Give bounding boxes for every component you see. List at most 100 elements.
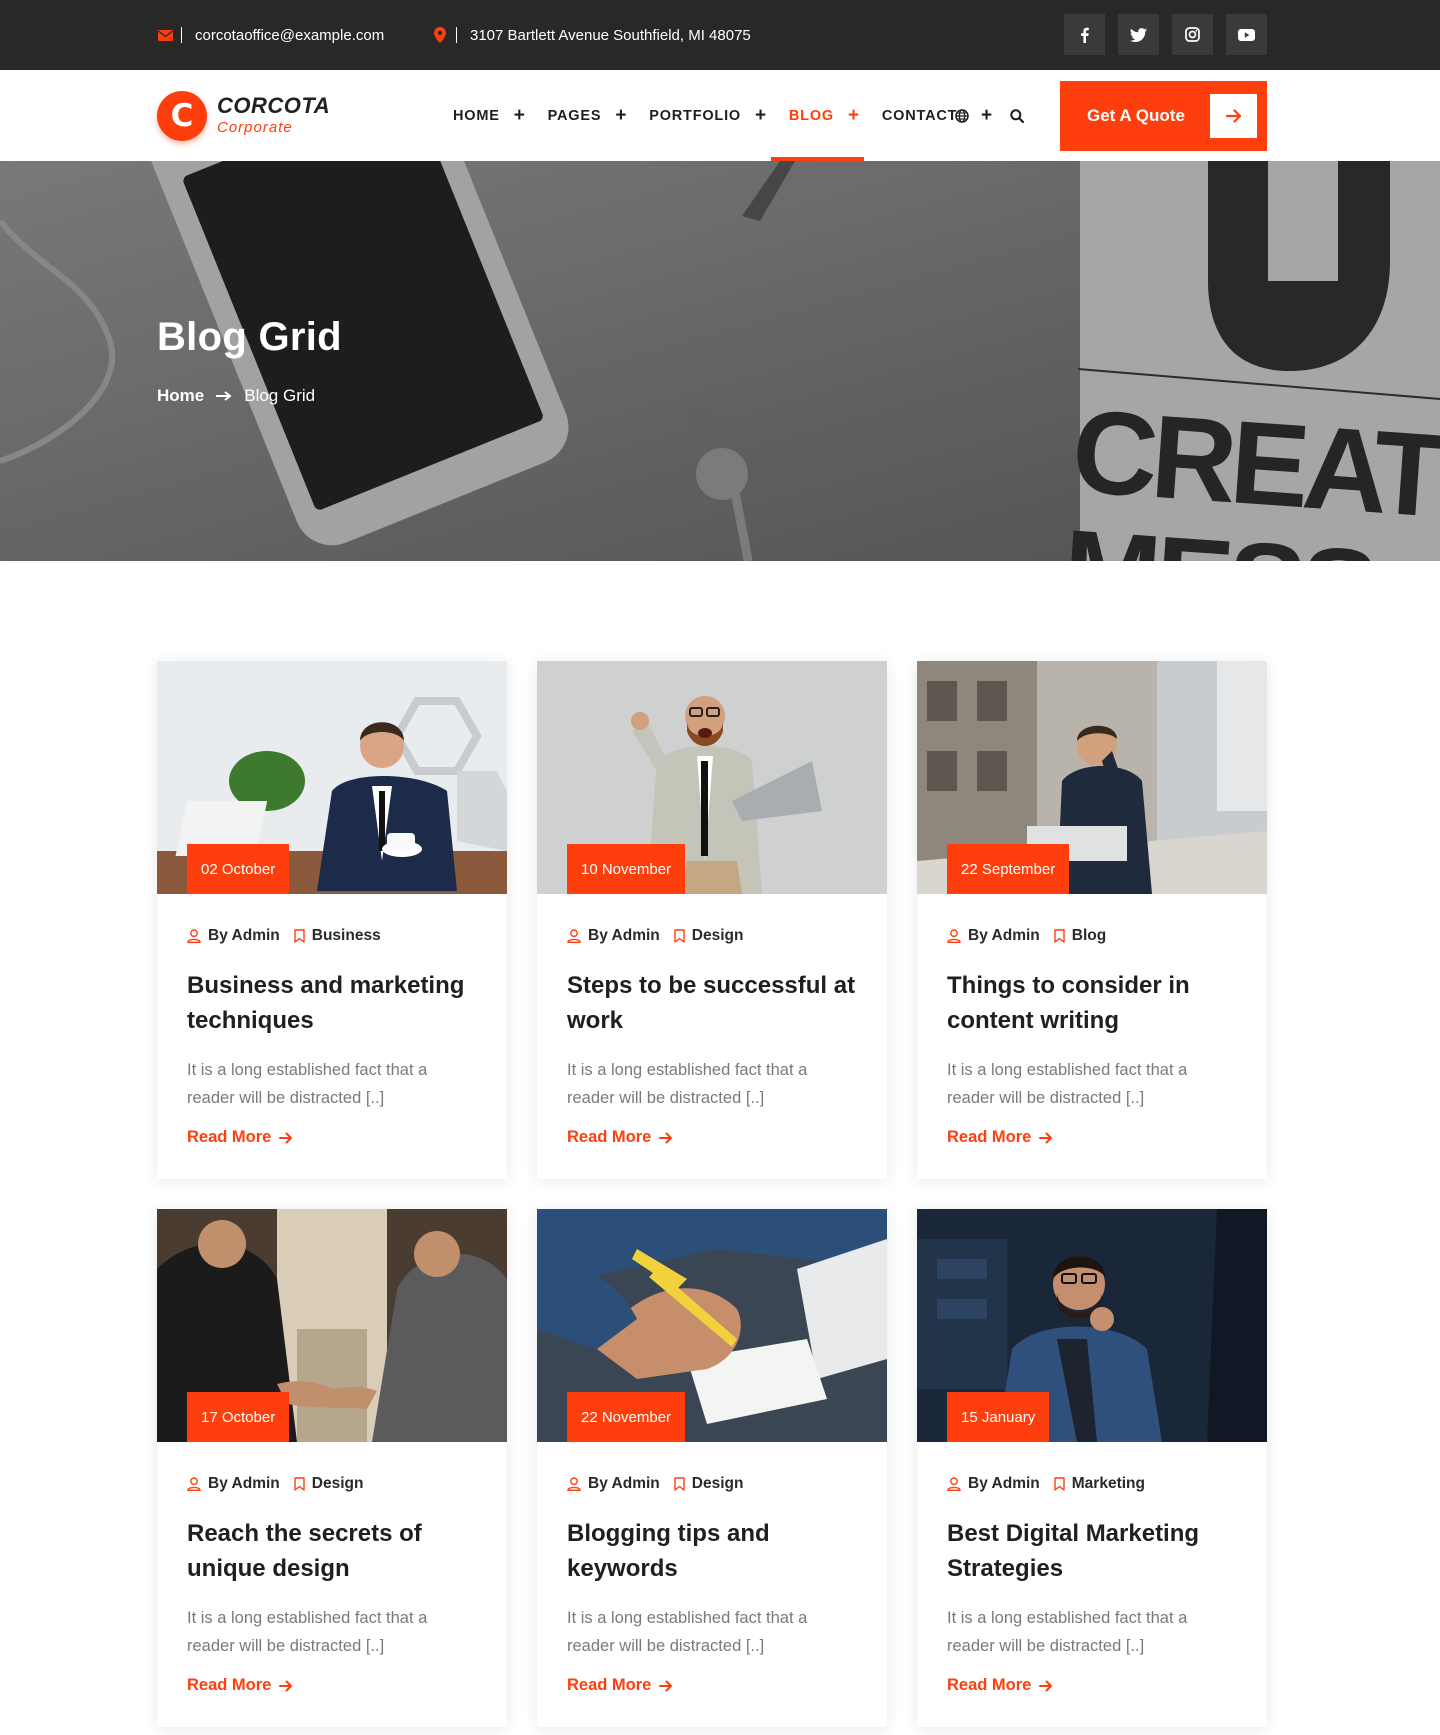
post-excerpt: It is a long established fact that a rea… bbox=[947, 1061, 1188, 1107]
twitter-button[interactable] bbox=[1118, 14, 1159, 55]
topbar-email-text: corcotaoffice@example.com bbox=[195, 26, 385, 44]
nav-contact[interactable]: CONTACT bbox=[882, 70, 957, 161]
post-title[interactable]: Business and marketing techniques bbox=[187, 968, 477, 1038]
breadcrumb-home-link[interactable]: Home bbox=[157, 386, 204, 406]
long-arrow-right-icon bbox=[216, 391, 232, 401]
nav-pages[interactable]: PAGES + bbox=[548, 70, 628, 161]
page-title: Blog Grid bbox=[157, 315, 342, 359]
post-title[interactable]: Reach the secrets of unique design bbox=[187, 1516, 477, 1586]
read-more-link[interactable]: Read More bbox=[947, 1676, 1053, 1695]
read-more-link[interactable]: Read More bbox=[567, 1676, 673, 1695]
blog-card: 02 October By Admin Business Business an… bbox=[157, 661, 507, 1179]
logo-mark: C bbox=[157, 91, 207, 141]
post-category[interactable]: Design bbox=[692, 927, 744, 945]
post-image-stressed-man-street[interactable]: 22 September bbox=[917, 661, 1267, 894]
blog-card: 22 September By Admin Blog Things to con… bbox=[917, 661, 1267, 1179]
post-excerpt: It is a long established fact that a rea… bbox=[187, 1609, 428, 1655]
post-author[interactable]: By Admin bbox=[588, 1475, 660, 1493]
arrow-right-icon bbox=[1210, 94, 1257, 138]
post-title[interactable]: Steps to be successful at work bbox=[567, 968, 857, 1038]
facebook-button[interactable] bbox=[1064, 14, 1105, 55]
post-image-excited-man-laptop[interactable]: 10 November bbox=[537, 661, 887, 894]
post-excerpt: It is a long established fact that a rea… bbox=[947, 1609, 1188, 1655]
top-bar: corcotaoffice@example.com 3107 Bartlett … bbox=[0, 0, 1440, 70]
facebook-icon bbox=[1081, 27, 1089, 43]
nav-blog[interactable]: BLOG + bbox=[770, 70, 864, 161]
language-button[interactable] bbox=[955, 108, 969, 123]
banner-background-image: CREATIVE MESS bbox=[0, 161, 1440, 561]
post-meta: By Admin Blog bbox=[947, 926, 1237, 946]
post-category[interactable]: Design bbox=[692, 1475, 744, 1493]
brand-logo[interactable]: C CORCOTA Corporate bbox=[157, 91, 330, 141]
post-date-badge: 02 October bbox=[187, 844, 290, 894]
post-category[interactable]: Design bbox=[312, 1475, 364, 1493]
instagram-button[interactable] bbox=[1172, 14, 1213, 55]
user-icon bbox=[567, 929, 581, 943]
envelope-icon bbox=[157, 27, 173, 43]
twitter-icon bbox=[1130, 27, 1147, 42]
breadcrumb-current: Blog Grid bbox=[244, 386, 316, 405]
page-banner: CREATIVE MESS Blog Grid Home Blog Grid bbox=[0, 161, 1440, 561]
post-title[interactable]: Blogging tips and keywords bbox=[567, 1516, 857, 1586]
post-author[interactable]: By Admin bbox=[968, 1475, 1040, 1493]
bookmark-icon bbox=[674, 1477, 685, 1491]
nav-portfolio[interactable]: PORTFOLIO + bbox=[649, 70, 767, 161]
bookmark-icon bbox=[1054, 1477, 1065, 1491]
youtube-icon bbox=[1238, 28, 1255, 41]
post-author[interactable]: By Admin bbox=[968, 927, 1040, 945]
post-meta: By Admin Design bbox=[187, 1474, 477, 1494]
topbar-divider bbox=[181, 27, 182, 43]
post-title[interactable]: Things to consider in content writing bbox=[947, 968, 1237, 1038]
post-category[interactable]: Blog bbox=[1072, 927, 1106, 945]
nav-home[interactable]: HOME + bbox=[453, 70, 526, 161]
map-pin-icon bbox=[432, 27, 448, 43]
bookmark-icon bbox=[294, 1477, 305, 1491]
post-meta: By Admin Design bbox=[567, 1474, 857, 1494]
topbar-address-text: 3107 Bartlett Avenue Southfield, MI 4807… bbox=[470, 26, 751, 44]
arrow-right-icon bbox=[279, 1132, 293, 1144]
instagram-icon bbox=[1185, 27, 1200, 42]
arrow-right-icon bbox=[279, 1680, 293, 1692]
post-author[interactable]: By Admin bbox=[208, 1475, 280, 1493]
read-more-link[interactable]: Read More bbox=[567, 1128, 673, 1147]
post-image-man-computer-night[interactable]: 15 January bbox=[917, 1209, 1267, 1442]
read-more-link[interactable]: Read More bbox=[187, 1676, 293, 1695]
post-excerpt: It is a long established fact that a rea… bbox=[187, 1061, 428, 1107]
post-excerpt: It is a long established fact that a rea… bbox=[567, 1061, 808, 1107]
plus-icon: + bbox=[615, 104, 628, 126]
post-category[interactable]: Business bbox=[312, 927, 381, 945]
plus-icon: + bbox=[513, 104, 526, 126]
user-icon bbox=[567, 1477, 581, 1491]
post-category[interactable]: Marketing bbox=[1072, 1475, 1145, 1493]
bookmark-icon bbox=[294, 929, 305, 943]
plus-icon: + bbox=[755, 104, 767, 126]
post-title[interactable]: Best Digital Marketing Strategies bbox=[947, 1516, 1237, 1586]
get-quote-label: Get A Quote bbox=[1087, 106, 1185, 125]
post-image-handshake[interactable]: 17 October bbox=[157, 1209, 507, 1442]
arrow-right-icon bbox=[659, 1132, 673, 1144]
breadcrumb: Home Blog Grid bbox=[157, 386, 315, 406]
post-author[interactable]: By Admin bbox=[208, 927, 280, 945]
logo-name: CORCOTA bbox=[217, 93, 331, 118]
language-expand-button[interactable]: + bbox=[981, 105, 992, 127]
main-nav: HOME + PAGES + PORTFOLIO + BLOG + CONTACT bbox=[453, 70, 979, 161]
read-more-link[interactable]: Read More bbox=[187, 1128, 293, 1147]
read-more-link[interactable]: Read More bbox=[947, 1128, 1053, 1147]
globe-icon bbox=[955, 108, 969, 123]
youtube-button[interactable] bbox=[1226, 14, 1267, 55]
post-author[interactable]: By Admin bbox=[588, 927, 660, 945]
post-image-businessman-phone[interactable]: 02 October bbox=[157, 661, 507, 894]
post-image-hand-writing[interactable]: 22 November bbox=[537, 1209, 887, 1442]
blog-grid: 02 October By Admin Business Business an… bbox=[157, 661, 1267, 1727]
post-excerpt: It is a long established fact that a rea… bbox=[567, 1609, 808, 1655]
arrow-right-icon bbox=[1039, 1680, 1053, 1692]
post-date-badge: 22 November bbox=[567, 1392, 686, 1442]
blog-card: 10 November By Admin Design Steps to be … bbox=[537, 661, 887, 1179]
topbar-divider bbox=[456, 27, 457, 43]
topbar-email[interactable]: corcotaoffice@example.com bbox=[157, 0, 384, 70]
blog-card: 22 November By Admin Design Blogging tip… bbox=[537, 1209, 887, 1727]
search-button[interactable] bbox=[1010, 108, 1025, 123]
get-quote-button[interactable]: Get A Quote bbox=[1060, 81, 1267, 151]
nav-tools: + bbox=[955, 70, 1025, 161]
post-meta: By Admin Design bbox=[567, 926, 857, 946]
